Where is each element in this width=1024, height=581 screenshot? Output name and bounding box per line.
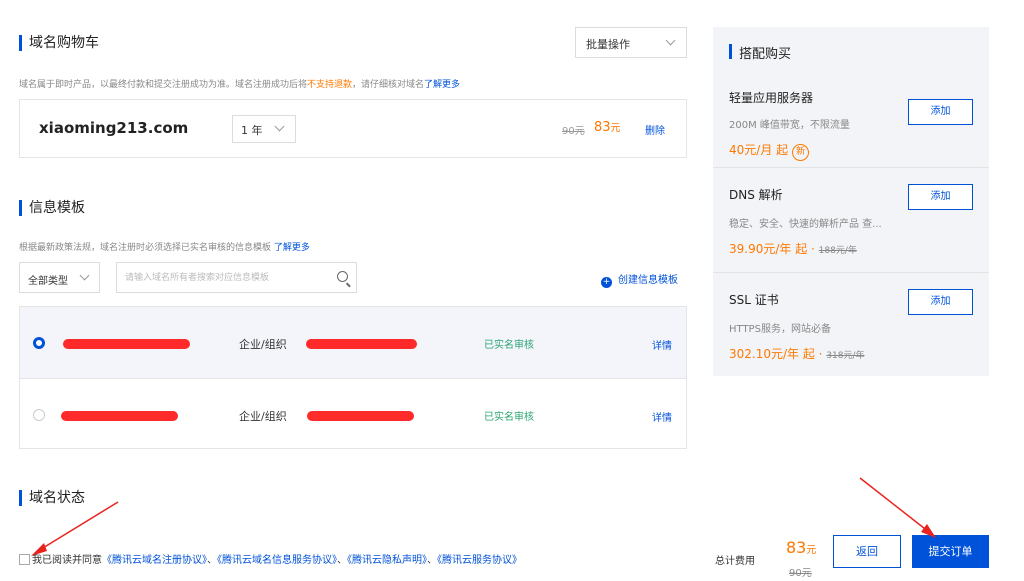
cart-old-price: 90元 — [562, 126, 585, 137]
sidebar-title: 搭配购买 — [729, 43, 791, 62]
no-refund-warning: 不支持退款 — [307, 80, 353, 90]
cart-item: xiaoming213.com 1 年 90元 83元 删除 — [19, 99, 687, 158]
chevron-down-icon — [665, 35, 676, 46]
agreement-link[interactable]: 《腾讯云域名信息服务协议》 — [217, 555, 337, 566]
bundle-card: SSL 证书 HTTPS服务，网站必备 302.10元/年 起 · 318元/年… — [713, 272, 989, 376]
template-list: 企业/组织 已实名审核 详情 企业/组织 已实名审核 详情 — [19, 306, 687, 449]
template-detail-link[interactable]: 详情 — [652, 337, 672, 352]
cart-domain-name: xiaoming213.com — [39, 119, 189, 137]
checkout-footer: 我已阅读并同意《腾讯云域名注册协议》、《腾讯云域名信息服务协议》、《腾讯云隐私声… — [0, 515, 1024, 581]
add-button[interactable]: 添加 — [908, 184, 973, 210]
redacted-name — [61, 411, 178, 421]
create-template-link[interactable]: + 创建信息模板 — [601, 271, 678, 288]
template-type: 企业/组织 — [239, 338, 287, 351]
template-status: 已实名审核 — [484, 412, 534, 423]
redacted-email — [306, 339, 417, 349]
domain-checkout-page: 域名购物车 批量操作 域名属于即时产品，以最终付款和提交注册成功为准。域名注册成… — [0, 0, 1024, 581]
bundle-price: 40元/月 起新 — [729, 141, 810, 161]
agreement-link[interactable]: 《腾讯云隐私声明》 — [347, 555, 427, 566]
bundle-price: 39.90元/年 起 · 188元/年 — [729, 242, 857, 256]
search-icon[interactable] — [337, 271, 348, 282]
cart-price: 83元 — [594, 120, 621, 135]
bundle-sidebar: 搭配购买 轻量应用服务器 200M 峰值带宽，不限流量 40元/月 起新 添加 … — [713, 27, 989, 376]
template-section-title: 信息模板 — [19, 199, 85, 217]
type-filter-value: 全部类型 — [28, 276, 68, 287]
template-search — [116, 262, 357, 293]
total-label: 总计费用 — [715, 556, 755, 567]
agree-checkbox[interactable] — [19, 554, 30, 565]
bundle-name: SSL 证书 — [729, 293, 779, 307]
total-price: 83元 — [786, 538, 817, 557]
add-button[interactable]: 添加 — [908, 289, 973, 315]
template-type: 企业/组织 — [239, 410, 287, 423]
bundle-desc: HTTPS服务，网站必备 — [729, 324, 831, 335]
status-section-title: 域名状态 — [19, 489, 85, 507]
type-filter-select[interactable]: 全部类型 — [19, 262, 100, 293]
template-row[interactable]: 企业/组织 已实名审核 详情 — [20, 378, 686, 449]
years-select[interactable]: 1 年 — [232, 115, 296, 143]
bundle-card: 轻量应用服务器 200M 峰值带宽，不限流量 40元/月 起新 添加 — [713, 75, 989, 167]
plus-icon: + — [601, 277, 612, 288]
bundle-desc: 200M 峰值带宽，不限流量 — [729, 120, 850, 131]
template-hint: 根据最新政策法规，域名注册时必须选择已实名审核的信息模板 了解更多 — [19, 243, 310, 253]
cart-learn-more-link[interactable]: 了解更多 — [424, 80, 460, 90]
cart-section-title: 域名购物车 — [19, 34, 99, 52]
chevron-down-icon — [79, 270, 90, 281]
add-button[interactable]: 添加 — [908, 99, 973, 125]
cart-hint: 域名属于即时产品，以最终付款和提交注册成功为准。域名注册成功后将不支持退款，请仔… — [19, 80, 461, 90]
batch-operation-select[interactable]: 批量操作 — [575, 27, 687, 58]
agreement-link[interactable]: 《腾讯云服务协议》 — [437, 555, 522, 566]
template-learn-more-link[interactable]: 了解更多 — [274, 243, 310, 253]
bundle-name: 轻量应用服务器 — [729, 91, 814, 105]
template-radio[interactable] — [33, 337, 45, 349]
delete-link[interactable]: 删除 — [645, 122, 665, 137]
chevron-down-icon — [274, 121, 285, 132]
new-badge: 新 — [792, 144, 810, 161]
bundle-desc: 稳定、安全、快速的解析产品 查... — [729, 219, 882, 230]
template-detail-link[interactable]: 详情 — [652, 409, 672, 424]
template-search-input[interactable] — [117, 263, 322, 292]
total-original-price: 90元 — [789, 568, 812, 579]
years-value: 1 年 — [241, 124, 263, 137]
agreement-link[interactable]: 《腾讯云域名注册协议》 — [102, 555, 207, 566]
redacted-name — [63, 339, 190, 349]
bundle-price: 302.10元/年 起 · 318元/年 — [729, 347, 865, 361]
bundle-name: DNS 解析 — [729, 188, 783, 202]
agreement-line: 我已阅读并同意《腾讯云域名注册协议》、《腾讯云域名信息服务协议》、《腾讯云隐私声… — [19, 551, 522, 566]
redacted-email — [307, 411, 414, 421]
template-status: 已实名审核 — [484, 340, 534, 351]
bundle-card: DNS 解析 稳定、安全、快速的解析产品 查... 39.90元/年 起 · 1… — [713, 167, 989, 272]
submit-order-button[interactable]: 提交订单 — [912, 535, 989, 568]
batch-operation-label: 批量操作 — [586, 38, 630, 51]
template-radio[interactable] — [33, 409, 45, 421]
template-row[interactable]: 企业/组织 已实名审核 详情 — [20, 307, 686, 378]
back-button[interactable]: 返回 — [833, 535, 901, 568]
